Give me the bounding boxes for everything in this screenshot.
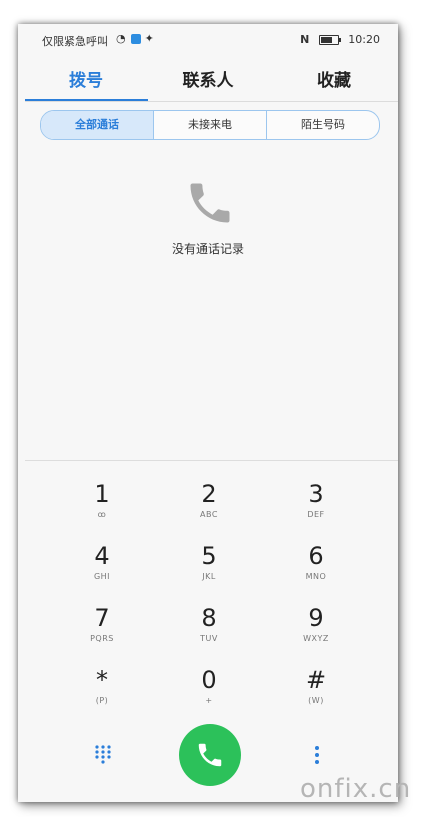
status-bar: 仅限紧急呼叫 ◔ ✦ N 10:20 (18, 24, 398, 54)
more-options-icon[interactable] (307, 742, 327, 768)
key-letters: DEF (307, 510, 325, 519)
dialpad-toggle-icon[interactable] (90, 742, 116, 768)
key-hash[interactable]: # (W) (256, 666, 376, 724)
key-letters: ABC (200, 510, 218, 519)
key-digit: 4 (94, 542, 110, 570)
watermark-text: onfix.cn (300, 774, 412, 804)
call-filter-segment: 全部通话 未接来电 陌生号码 (40, 110, 380, 140)
top-tabs: 拨号 联系人 收藏 (18, 54, 398, 102)
key-digit: 5 (201, 542, 217, 570)
key-digit: 9 (308, 604, 324, 632)
phone-call-icon (198, 743, 222, 767)
key-digit: 7 (94, 604, 110, 632)
empty-state-text: 没有通话记录 (171, 242, 244, 256)
key-digit: 2 (201, 480, 217, 508)
app-notification-icon (131, 34, 142, 44)
tab-contacts[interactable]: 联系人 (145, 66, 271, 91)
wifi-icon: ◔ (116, 32, 126, 45)
key-digit: 3 (308, 480, 324, 508)
key-5[interactable]: 5 JKL (149, 542, 269, 600)
key-digit: 6 (308, 542, 324, 570)
key-digit: # (305, 666, 327, 694)
key-9[interactable]: 9 WXYZ (256, 604, 376, 662)
filter-all-calls[interactable]: 全部通话 (41, 111, 153, 139)
key-digit: 8 (201, 604, 217, 632)
key-letters: (W) (308, 696, 324, 705)
filter-missed-calls[interactable]: 未接来电 (153, 111, 266, 139)
key-digit: 1 (94, 480, 110, 508)
phone-screen: 仅限紧急呼叫 ◔ ✦ N 10:20 拨号 联系人 收藏 全部通话 未接来电 陌… (18, 24, 398, 802)
filter-unknown-numbers[interactable]: 陌生号码 (266, 111, 379, 139)
phone-icon (184, 177, 236, 229)
tab-divider (25, 101, 398, 102)
call-button[interactable] (179, 724, 241, 786)
key-1[interactable]: 1 ꝏ (42, 480, 162, 538)
keypad-divider (25, 460, 398, 461)
key-letters: WXYZ (303, 634, 329, 643)
key-letters: GHI (93, 572, 111, 581)
key-digit: 0 (201, 666, 217, 694)
key-8[interactable]: 8 TUV (149, 604, 269, 662)
status-right: N 10:20 (300, 33, 380, 46)
tab-dial[interactable]: 拨号 (23, 66, 149, 91)
key-7[interactable]: 7 PQRS (42, 604, 162, 662)
key-0[interactable]: 0 + (149, 666, 269, 724)
key-letters: + (205, 696, 213, 705)
key-2[interactable]: 2 ABC (149, 480, 269, 538)
key-digit: * (96, 666, 108, 694)
voicemail-icon: ꝏ (97, 510, 107, 519)
key-letters: (P) (95, 696, 109, 705)
key-letters: TUV (200, 634, 218, 643)
nfc-icon: N (300, 33, 310, 46)
key-star[interactable]: * (P) (42, 666, 162, 724)
key-4[interactable]: 4 GHI (42, 542, 162, 600)
key-6[interactable]: 6 MNO (256, 542, 376, 600)
battery-icon (318, 35, 341, 45)
key-letters: PQRS (90, 634, 114, 643)
key-3[interactable]: 3 DEF (256, 480, 376, 538)
carrier-text: 仅限紧急呼叫 (42, 35, 108, 48)
key-letters: MNO (305, 572, 327, 581)
tab-favorites[interactable]: 收藏 (271, 66, 397, 91)
status-time: 10:20 (348, 33, 380, 46)
key-letters: JKL (202, 572, 216, 581)
status-icons: ◔ ✦ (116, 32, 154, 45)
notification-icon: ✦ (144, 32, 154, 45)
